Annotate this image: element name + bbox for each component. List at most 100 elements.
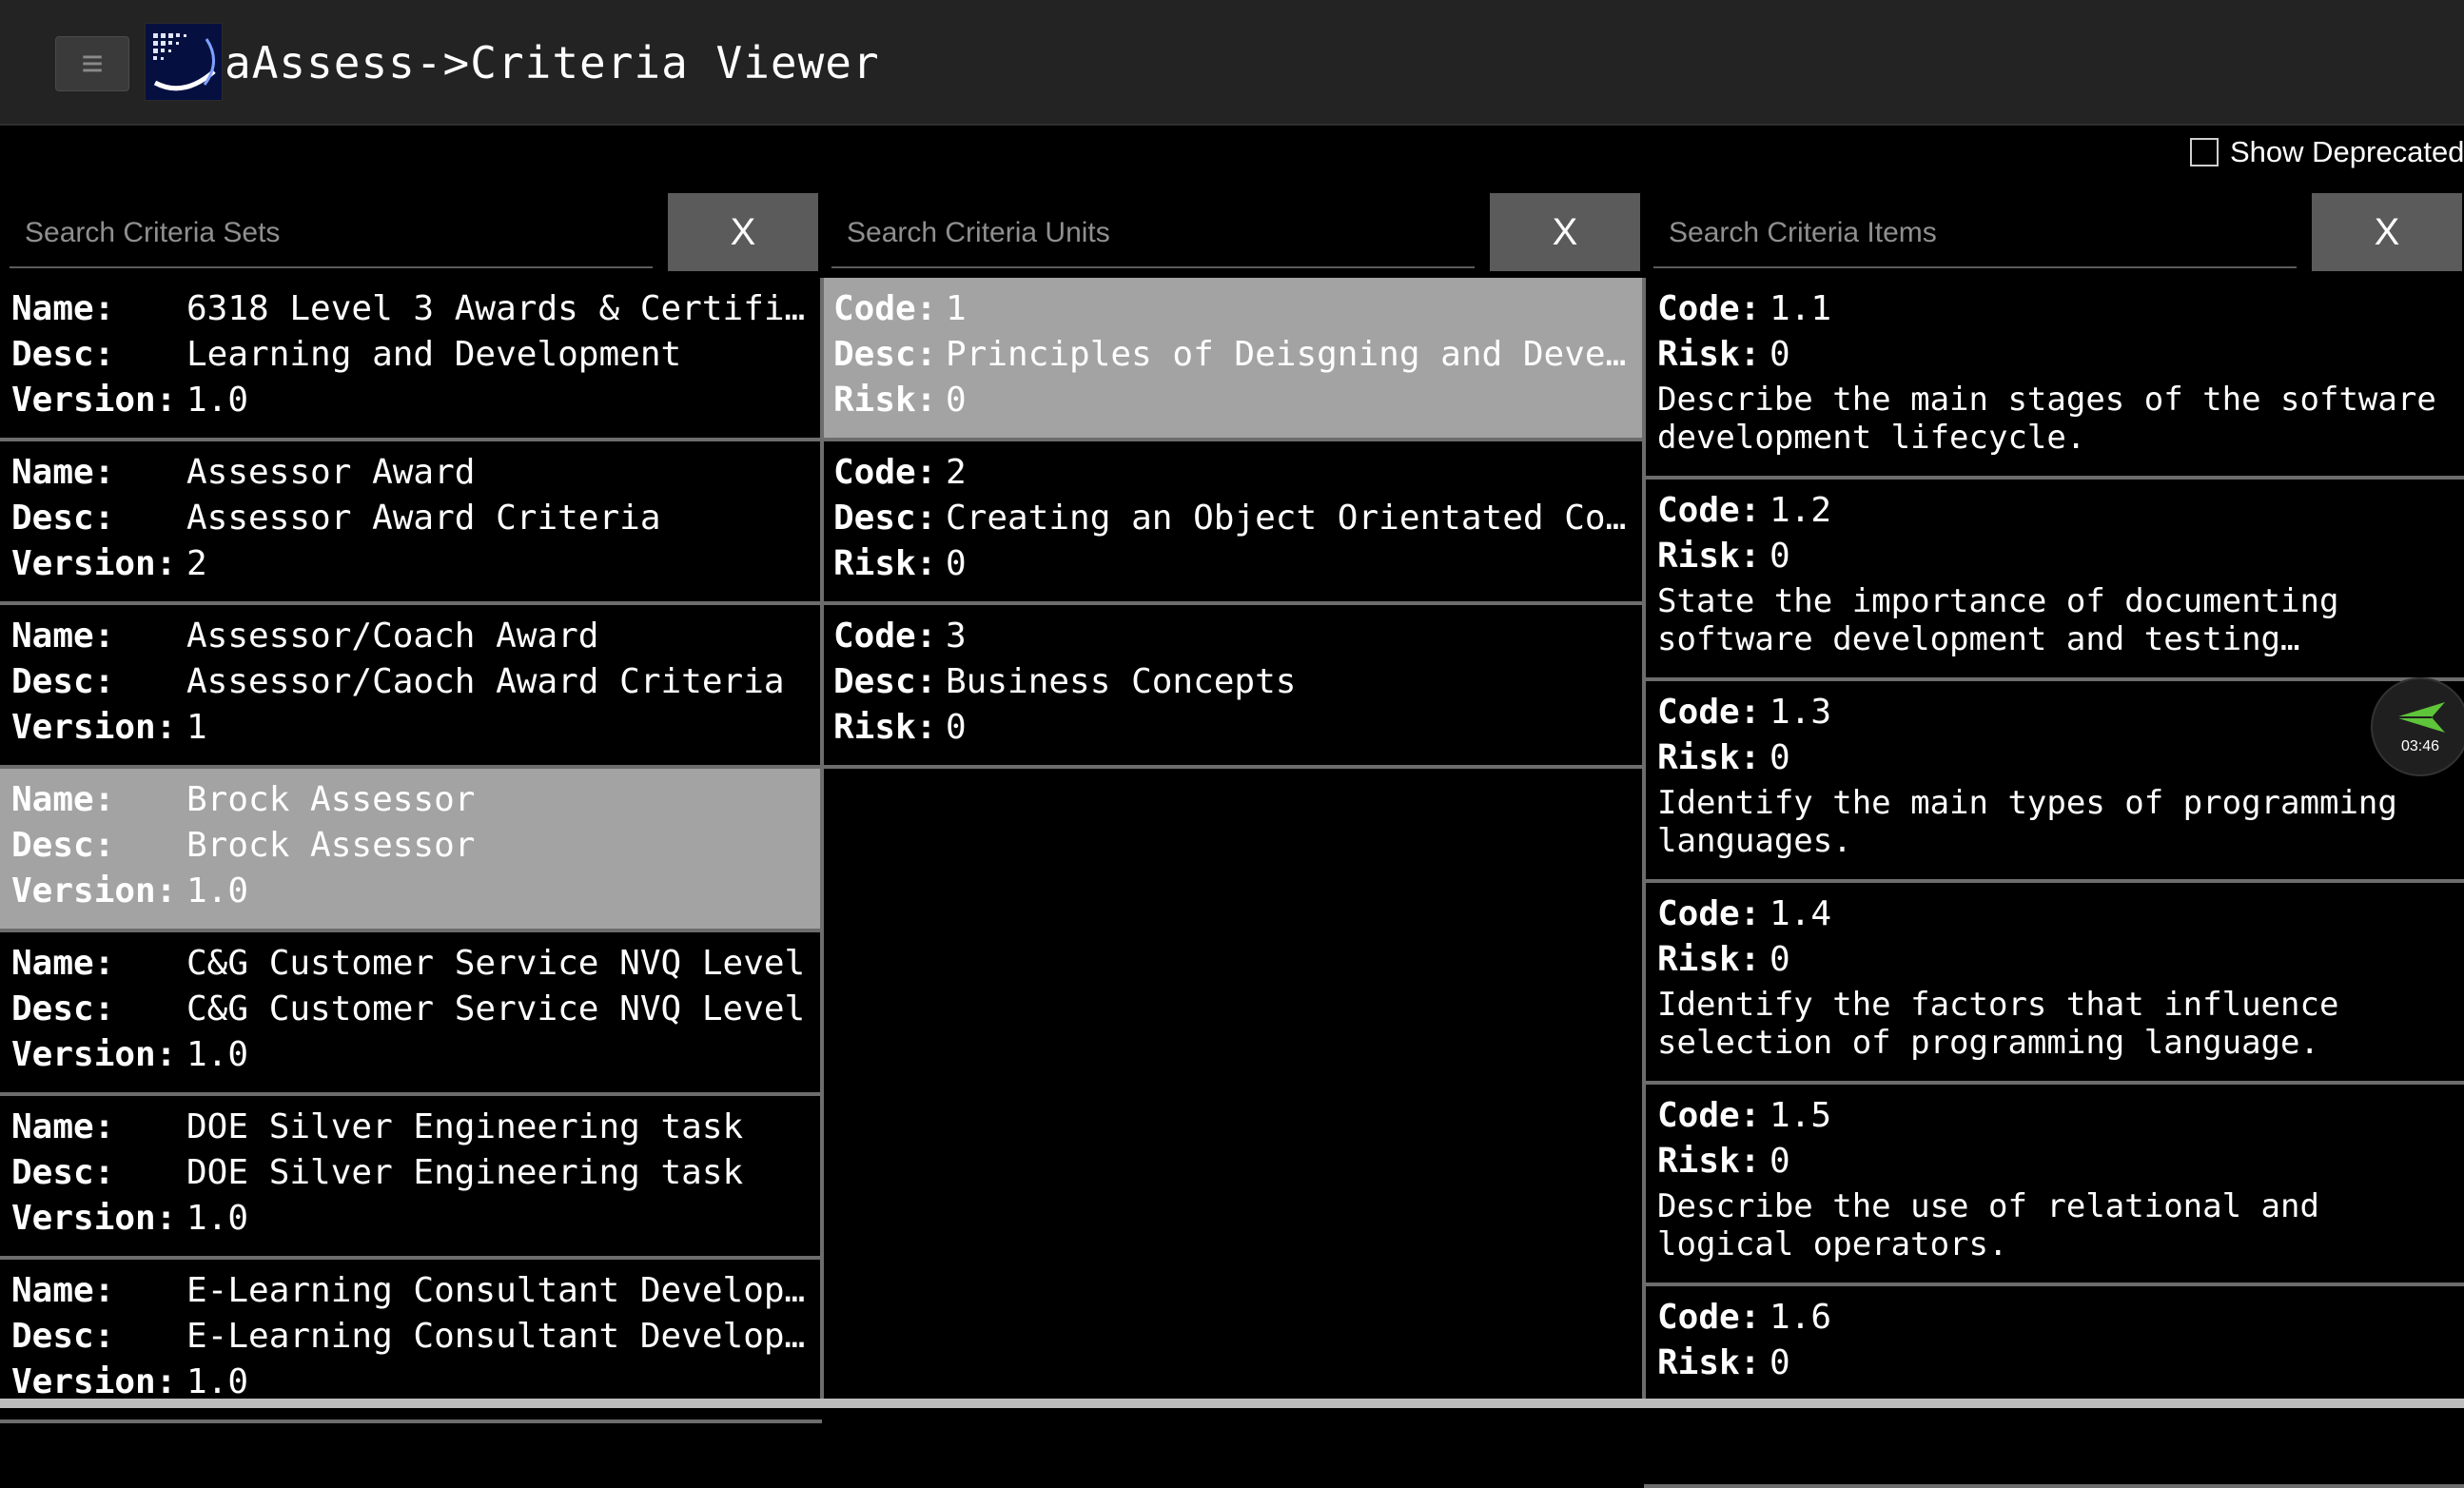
item-risk-value: 0	[1770, 334, 1790, 374]
unit-desc-value: Principles of Deisgning and Developing	[946, 334, 1644, 374]
set-version-line: Version: 1.0	[11, 1195, 822, 1241]
set-version-value: 1.0	[186, 871, 249, 910]
unit-risk-line: Risk: 0	[833, 540, 1644, 586]
unit-risk-line: Risk: 0	[833, 704, 1644, 750]
set-name-label: Name:	[11, 288, 115, 328]
criteria-sets-list[interactable]: Name: 6318 Level 3 Awards & Certificates D…	[0, 278, 822, 1423]
criteria-item-row[interactable]: Code: 1.3 Risk: 0 Identify the main types of…	[1644, 681, 2464, 883]
set-desc-value: DOE Silver Engineering task	[186, 1152, 744, 1192]
set-desc-label: Desc:	[11, 989, 115, 1028]
set-version-label: Version:	[11, 380, 177, 420]
unit-risk-value: 0	[946, 707, 967, 747]
criteria-item-row[interactable]: Code: 1.2 Risk: 0 State the importance of do…	[1644, 480, 2464, 681]
criteria-set-row[interactable]: Name: C&G Customer Service NVQ Level Desc:…	[0, 932, 822, 1096]
item-risk-label: Risk:	[1657, 737, 1761, 777]
set-version-label: Version:	[11, 707, 177, 747]
floating-timer-button[interactable]: 03:46	[2371, 677, 2464, 776]
set-desc-label: Desc:	[11, 1152, 115, 1192]
unit-risk-label: Risk:	[833, 380, 937, 420]
set-name-line: Name: Brock Assessor	[11, 776, 822, 822]
set-desc-label: Desc:	[11, 498, 115, 538]
set-name-line: Name: Assessor Award	[11, 449, 822, 495]
criteria-units-panel: X Code:1Desc:Principles of Deisgning and…	[822, 190, 1644, 1408]
item-risk-line: Risk: 0	[1657, 331, 2464, 377]
timer-time: 03:46	[2400, 738, 2440, 754]
unit-desc-label: Desc:	[833, 661, 937, 701]
criteria-units-list[interactable]: Code: 1 Desc: Principles of Deisgning and D…	[822, 278, 1644, 769]
clear-units-search-button[interactable]: X	[1490, 193, 1640, 271]
criteria-unit-row[interactable]: Code: 2 Desc: Creating an Object Orientated…	[822, 441, 1644, 605]
criteria-unit-row[interactable]: Code: 1 Desc: Principles of Deisgning and D…	[822, 278, 1644, 441]
set-name-label: Name:	[11, 943, 115, 983]
search-criteria-sets-input[interactable]	[10, 200, 653, 268]
set-name-label: Name:	[11, 452, 115, 492]
set-desc-line: Desc: Assessor Award Criteria	[11, 495, 822, 540]
criteria-set-row[interactable]: Name: 6318 Level 3 Awards & Certificates D…	[0, 278, 822, 441]
show-deprecated-checkbox[interactable]	[2190, 138, 2219, 166]
app-logo-icon	[145, 23, 223, 101]
set-version-value: 1.0	[186, 1198, 249, 1238]
criteria-sets-panel: X Name: 6318 Level 3 Awards & Certificate…	[0, 190, 822, 1423]
set-version-label: Version:	[11, 543, 177, 583]
column-divider	[820, 278, 824, 1408]
unit-code-line: Code: 1	[833, 285, 1644, 331]
set-desc-value: E-Learning Consultant Development	[186, 1316, 822, 1356]
criteria-item-row[interactable]: Code: 1.1 Risk: 0 Describe the main stages o…	[1644, 278, 2464, 480]
set-version-value: 1	[186, 707, 207, 747]
set-version-line: Version: 1.0	[11, 868, 822, 913]
search-criteria-items-input[interactable]	[1653, 200, 2297, 268]
criteria-item-row[interactable]: Code: 1.4 Risk: 0 Identify the factors that …	[1644, 883, 2464, 1085]
item-code-label: Code:	[1657, 692, 1761, 732]
item-description: Identify the factors that influence sele…	[1657, 986, 2339, 1062]
set-name-value: Brock Assessor	[186, 779, 476, 819]
clear-items-search-button[interactable]: X	[2312, 193, 2462, 271]
item-description: Describe the main stages of the software…	[1657, 381, 2436, 457]
set-version-line: Version: 1.0	[11, 377, 822, 422]
set-name-label: Name:	[11, 779, 115, 819]
criteria-item-row[interactable]: Code: 1.5 Risk: 0 Describe the use of relati…	[1644, 1085, 2464, 1286]
criteria-set-row[interactable]: Name: DOE Silver Engineering task Desc: DOE…	[0, 1096, 822, 1260]
set-name-line: Name: DOE Silver Engineering task	[11, 1104, 822, 1149]
item-code-line: Code: 1.2	[1657, 487, 2464, 533]
unit-code-line: Code: 3	[833, 613, 1644, 658]
set-desc-label: Desc:	[11, 334, 115, 374]
item-risk-label: Risk:	[1657, 334, 1761, 374]
item-risk-label: Risk:	[1657, 939, 1761, 979]
unit-desc-value: Creating an Object Orientated Computer P…	[946, 498, 1644, 538]
menu-button[interactable]: ≡	[55, 36, 129, 91]
unit-code-value: 1	[946, 288, 967, 328]
page-title: aAssess->Criteria Viewer	[225, 37, 880, 88]
item-risk-value: 0	[1770, 1141, 1790, 1181]
item-code-line: Code: 1.4	[1657, 891, 2464, 936]
criteria-unit-row[interactable]: Code: 3 Desc: Business Concepts Risk: 0	[822, 605, 1644, 769]
criteria-item-row[interactable]: Code: 1.6 Risk: 0	[1644, 1286, 2464, 1488]
item-code-value: 1.1	[1770, 288, 1832, 328]
item-risk-line: Risk: 0	[1657, 533, 2464, 578]
clear-sets-search-button[interactable]: X	[668, 193, 818, 271]
item-risk-line: Risk: 0	[1657, 1340, 2464, 1385]
set-name-value: Assessor Award	[186, 452, 476, 492]
unit-desc-line: Desc:Principles of Deisgning and Develop…	[833, 331, 1644, 377]
item-code-label: Code:	[1657, 490, 1761, 530]
set-name-value: E-Learning Consultant Development	[186, 1270, 822, 1310]
set-name-line: Name: E-Learning Consultant Development	[11, 1267, 822, 1313]
criteria-units-search-row: X	[822, 190, 1644, 276]
criteria-set-row[interactable]: Name: Assessor/Coach Award Desc: Assessor/C…	[0, 605, 822, 769]
unit-risk-label: Risk:	[833, 707, 937, 747]
criteria-set-row[interactable]: Name: Brock Assessor Desc: Brock Assessor Ve…	[0, 769, 822, 932]
item-risk-value: 0	[1770, 1342, 1790, 1382]
set-name-line: Name: Assessor/Coach Award	[11, 613, 822, 658]
item-risk-value: 0	[1770, 737, 1790, 777]
hamburger-icon: ≡	[81, 43, 104, 85]
show-deprecated-toggle[interactable]: Show Deprecated	[2190, 131, 2464, 173]
item-risk-label: Risk:	[1657, 536, 1761, 576]
criteria-items-list[interactable]: Code: 1.1 Risk: 0 Describe the main stages o…	[1644, 278, 2464, 1488]
search-criteria-units-input[interactable]	[831, 200, 1475, 268]
set-version-label: Version:	[11, 1198, 177, 1238]
criteria-set-row[interactable]: Name: Assessor Award Desc: Assessor Award C…	[0, 441, 822, 605]
set-name-value: C&G Customer Service NVQ Level	[186, 943, 806, 983]
set-name-label: Name:	[11, 1106, 115, 1146]
item-code-value: 1.6	[1770, 1297, 1832, 1337]
item-risk-value: 0	[1770, 536, 1790, 576]
set-name-value: Assessor/Coach Award	[186, 616, 599, 656]
